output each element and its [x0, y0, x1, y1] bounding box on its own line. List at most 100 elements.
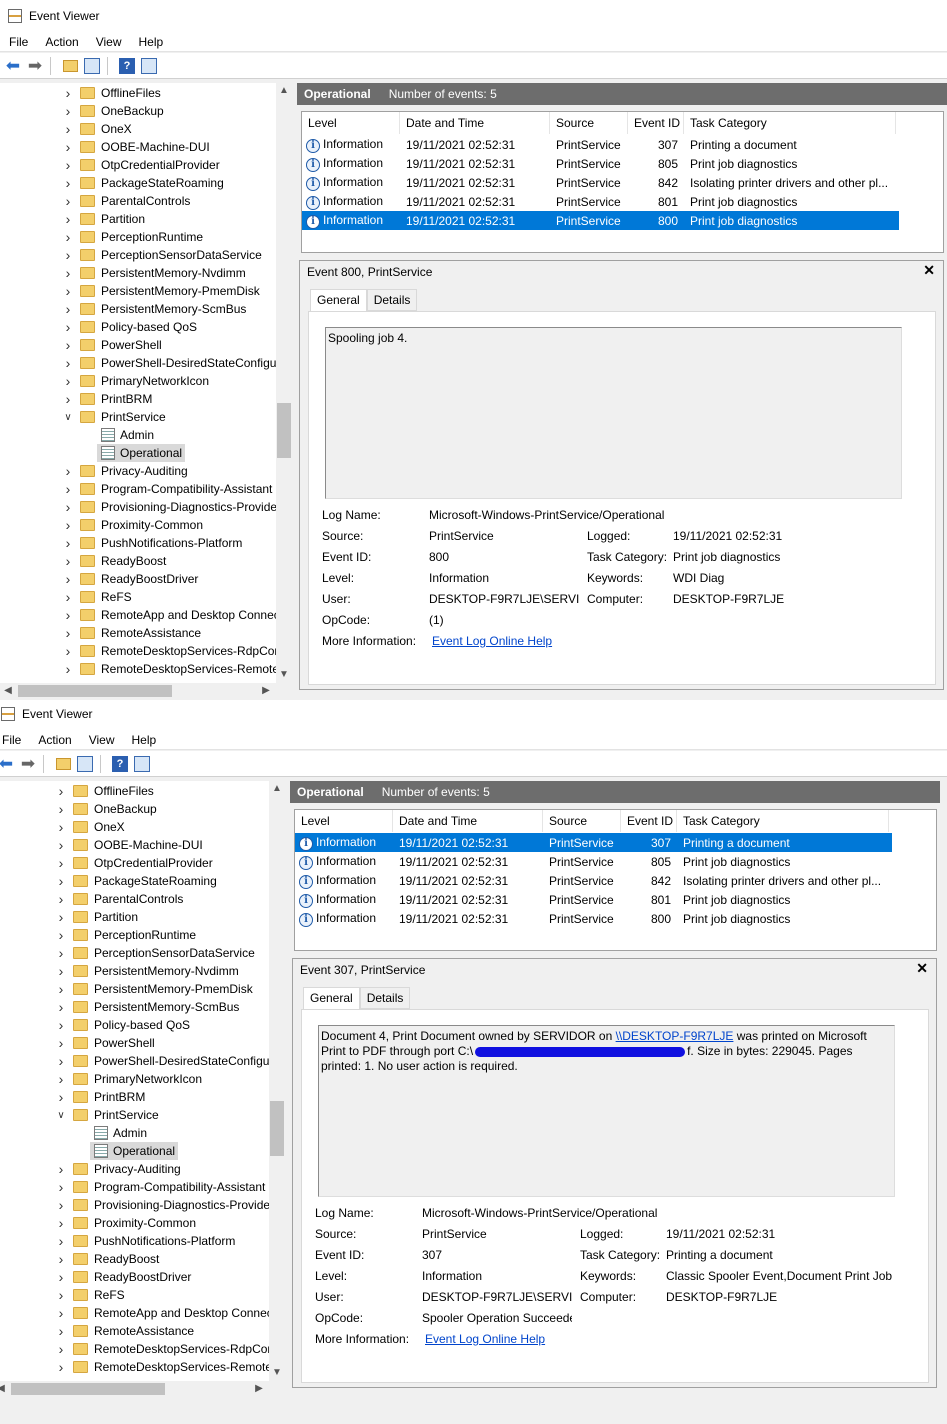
menu-file[interactable]: File [0, 733, 29, 747]
help-icon[interactable]: ? [111, 755, 129, 773]
tree-item[interactable]: › OneBackup [0, 102, 276, 120]
menu-view[interactable]: View [87, 35, 130, 49]
chevron-right-icon[interactable]: › [57, 1197, 65, 1213]
scroll-up-icon[interactable]: ▲ [269, 783, 285, 794]
up-folder-icon[interactable] [54, 755, 72, 773]
chevron-right-icon[interactable]: › [64, 211, 72, 227]
tree-horizontal-scrollbar[interactable]: ◀ ▶ [0, 683, 276, 700]
tree-item[interactable]: Operational [0, 1142, 269, 1160]
event-row[interactable]: i Information 19/11/2021 02:52:31 PrintServ… [302, 154, 899, 173]
column-header-level[interactable]: Level [302, 112, 400, 134]
tree-item[interactable]: › PersistentMemory-PmemDisk [0, 980, 269, 998]
scrollbar-thumb[interactable] [11, 1383, 165, 1395]
event-row[interactable]: i Information 19/11/2021 02:52:31 PrintServ… [295, 890, 892, 909]
show-hide-tree-icon[interactable] [83, 57, 101, 75]
tree-item[interactable]: › Proximity-Common [0, 516, 276, 534]
tree-item[interactable]: › OfflineFiles [0, 84, 276, 102]
column-header-task-category[interactable]: Task Category [677, 810, 889, 832]
event-message[interactable]: Spooling job 4. [325, 327, 902, 499]
chevron-right-icon[interactable]: › [64, 319, 72, 335]
tree-item[interactable]: › Provisioning-Diagnostics-Provide [0, 498, 277, 516]
chevron-right-icon[interactable]: › [57, 1089, 65, 1105]
chevron-right-icon[interactable]: › [57, 1053, 65, 1069]
chevron-right-icon[interactable]: › [64, 157, 72, 173]
forward-arrow-icon[interactable]: ➡ [26, 57, 44, 75]
tree-item[interactable]: › PersistentMemory-ScmBus [0, 998, 269, 1016]
scroll-down-icon[interactable]: ▼ [269, 1367, 285, 1378]
event-log-online-help-link[interactable]: Event Log Online Help [432, 634, 552, 648]
event-row[interactable]: i Information 19/11/2021 02:52:31 PrintServ… [295, 852, 892, 871]
tree-item[interactable]: › Privacy-Auditing [0, 1160, 269, 1178]
tree-item[interactable]: › RemoteDesktopServices-Remotel [0, 1358, 275, 1376]
tree-item[interactable]: › Proximity-Common [0, 1214, 269, 1232]
menu-action[interactable]: Action [29, 733, 79, 747]
scroll-left-icon[interactable]: ◀ [0, 685, 16, 696]
tree-item[interactable]: › PersistentMemory-Nvdimm [0, 264, 276, 282]
tree-item[interactable]: › PushNotifications-Platform [0, 1232, 269, 1250]
chevron-right-icon[interactable]: › [57, 1341, 65, 1357]
chevron-right-icon[interactable]: › [64, 355, 72, 371]
tree-item[interactable]: › OneX [0, 818, 269, 836]
tree-item[interactable]: › PrintBRM [0, 1088, 269, 1106]
chevron-right-icon[interactable]: › [64, 535, 72, 551]
tree-item[interactable]: › PersistentMemory-PmemDisk [0, 282, 276, 300]
tree-item[interactable]: › PrimaryNetworkIcon [0, 372, 276, 390]
event-row[interactable]: i Information 19/11/2021 02:52:31 PrintServ… [302, 135, 899, 154]
event-row[interactable]: i Information 19/11/2021 02:52:31 PrintServ… [295, 909, 892, 928]
chevron-right-icon[interactable]: › [57, 819, 65, 835]
event-row[interactable]: i Information 19/11/2021 02:52:31 PrintServ… [295, 871, 892, 890]
close-icon[interactable]: ✕ [916, 960, 928, 977]
column-header-event-id[interactable]: Event ID [621, 810, 677, 832]
chevron-right-icon[interactable]: › [57, 801, 65, 817]
event-row[interactable]: i Information 19/11/2021 02:52:31 PrintServ… [295, 833, 892, 852]
tree-item[interactable]: › PerceptionSensorDataService [0, 246, 276, 264]
tree-item[interactable]: › PowerShell [0, 1034, 269, 1052]
tree-item[interactable]: › ReadyBoostDriver [0, 570, 276, 588]
scroll-left-icon[interactable]: ◀ [0, 1383, 9, 1394]
tab-general[interactable]: General [310, 289, 367, 312]
column-header-source[interactable]: Source [543, 810, 621, 832]
tree-item[interactable]: Admin [0, 1124, 269, 1142]
chevron-right-icon[interactable]: › [57, 999, 65, 1015]
tree-item[interactable]: ∨ PrintService [0, 1106, 269, 1124]
tree-item[interactable]: › PerceptionSensorDataService [0, 944, 269, 962]
tree-item[interactable]: › PerceptionRuntime [0, 926, 269, 944]
chevron-right-icon[interactable]: › [57, 1017, 65, 1033]
chevron-right-icon[interactable]: › [64, 247, 72, 263]
chevron-right-icon[interactable]: › [57, 1035, 65, 1051]
menu-file[interactable]: File [0, 35, 36, 49]
event-message[interactable]: Document 4, Print Document owned by SERV… [318, 1025, 895, 1197]
tree-item[interactable]: › OfflineFiles [0, 782, 269, 800]
tree-item[interactable]: › PersistentMemory-Nvdimm [0, 962, 269, 980]
tree-item[interactable]: › PerceptionRuntime [0, 228, 276, 246]
chevron-right-icon[interactable]: › [64, 643, 72, 659]
column-header-date[interactable]: Date and Time [400, 112, 550, 134]
tab-details[interactable]: Details [366, 289, 418, 311]
chevron-right-icon[interactable]: › [64, 337, 72, 353]
chevron-right-icon[interactable]: › [57, 1287, 65, 1303]
tree-item[interactable]: › PackageStateRoaming [0, 872, 269, 890]
chevron-right-icon[interactable]: › [64, 499, 72, 515]
tree-item[interactable]: › PersistentMemory-ScmBus [0, 300, 276, 318]
tree-item[interactable]: › PowerShell-DesiredStateConfigur [0, 354, 281, 372]
tree-item[interactable]: › PushNotifications-Platform [0, 534, 276, 552]
chevron-right-icon[interactable]: › [64, 193, 72, 209]
tree-item[interactable]: › Partition [0, 210, 276, 228]
tree-item[interactable]: › Program-Compatibility-Assistant [0, 1178, 269, 1196]
chevron-right-icon[interactable]: › [64, 607, 72, 623]
chevron-right-icon[interactable]: › [57, 1323, 65, 1339]
chevron-right-icon[interactable]: › [64, 571, 72, 587]
chevron-right-icon[interactable]: › [57, 1071, 65, 1087]
tree-item[interactable]: › RemoteAssistance [0, 1322, 269, 1340]
scrollbar-thumb[interactable] [18, 685, 172, 697]
tree-item[interactable]: › PrimaryNetworkIcon [0, 1070, 269, 1088]
tree-item[interactable]: › PowerShell [0, 336, 276, 354]
chevron-right-icon[interactable]: › [64, 301, 72, 317]
column-header-task-category[interactable]: Task Category [684, 112, 896, 134]
chevron-right-icon[interactable]: › [64, 553, 72, 569]
show-hide-action-pane-icon[interactable] [140, 57, 158, 75]
tree-item[interactable]: › Partition [0, 908, 269, 926]
help-icon[interactable]: ? [118, 57, 136, 75]
up-folder-icon[interactable] [61, 57, 79, 75]
event-row[interactable]: i Information 19/11/2021 02:52:31 PrintServ… [302, 192, 899, 211]
